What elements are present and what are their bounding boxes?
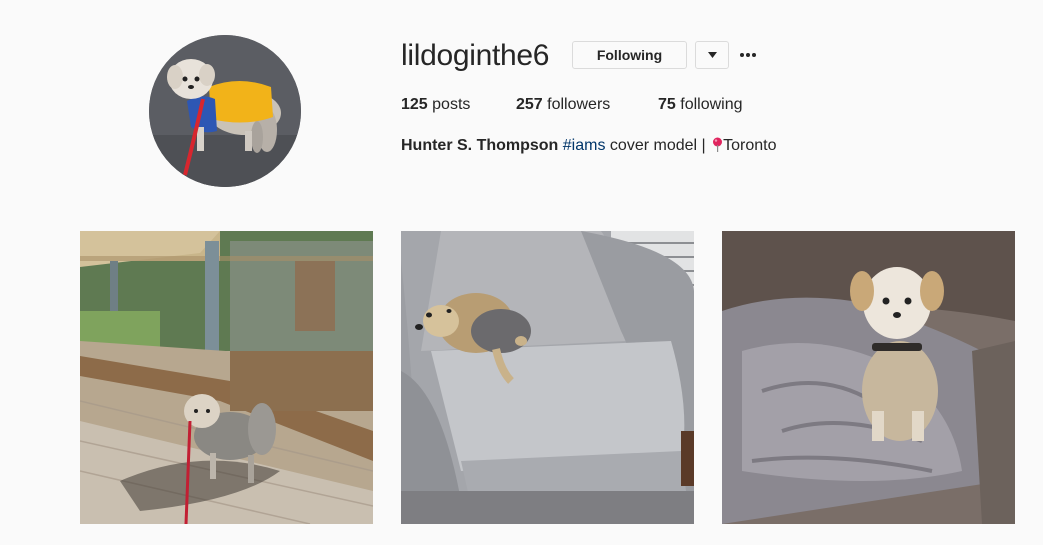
more-options-icon[interactable] — [737, 41, 759, 69]
chevron-down-icon — [707, 52, 717, 58]
followers-label: followers — [542, 96, 611, 113]
post-photo-dog-on-armchair — [401, 231, 694, 524]
suggested-dropdown-button[interactable] — [695, 41, 729, 69]
map-pin-icon — [713, 137, 723, 152]
post-photo-dog-on-boardwalk — [80, 231, 373, 524]
following-link[interactable]: 75 following — [658, 95, 743, 115]
profile-full-name: Hunter S. Thompson — [401, 137, 559, 154]
post-thumbnail-1[interactable] — [80, 231, 373, 524]
profile-avatar[interactable] — [149, 35, 301, 187]
followers-link[interactable]: 257 followers — [516, 95, 610, 115]
posts-count: 125 posts — [401, 95, 470, 115]
following-button[interactable]: Following — [572, 41, 687, 69]
bio-text: cover model | — [605, 137, 711, 154]
profile-bio: Hunter S. Thompson #iams cover model | T… — [401, 136, 776, 156]
post-thumbnail-3[interactable] — [722, 231, 1015, 524]
posts-number: 125 — [401, 96, 428, 113]
followers-number: 257 — [516, 96, 543, 113]
bio-location: Toronto — [723, 137, 777, 154]
bio-hashtag-link[interactable]: #iams — [563, 137, 606, 154]
posts-label: posts — [427, 96, 471, 113]
post-photo-dog-on-blanket — [722, 231, 1015, 524]
post-thumbnail-2[interactable] — [401, 231, 694, 524]
following-number: 75 — [658, 96, 676, 113]
profile-username: lildoginthe6 — [401, 39, 550, 72]
avatar-photo — [149, 35, 301, 187]
following-label: following — [675, 96, 743, 113]
